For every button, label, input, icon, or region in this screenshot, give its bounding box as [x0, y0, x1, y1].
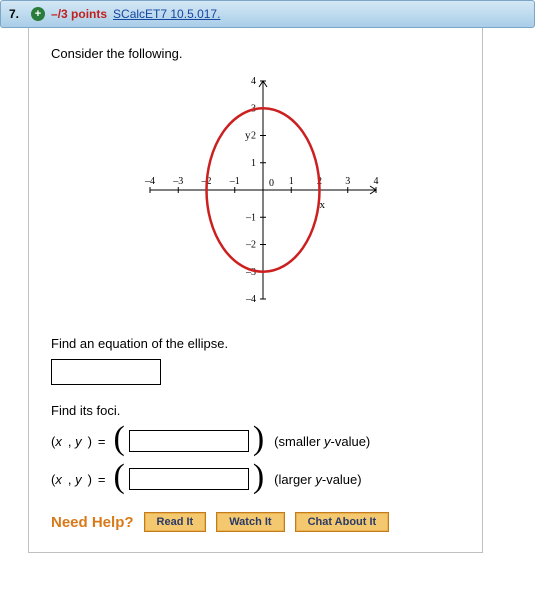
svg-text:1: 1	[251, 158, 256, 169]
svg-text:–1: –1	[245, 212, 256, 223]
watch-it-button[interactable]: Watch It	[216, 512, 284, 532]
question-header: 7. + –/3 points SCalcET7 10.5.017.	[0, 0, 535, 28]
svg-text:–4: –4	[245, 294, 256, 305]
svg-text:2: 2	[251, 131, 256, 142]
plus-icon[interactable]: +	[31, 7, 45, 21]
svg-text:–1: –1	[228, 176, 239, 187]
hint-larger: (larger y-value)	[274, 472, 361, 487]
paren-close-icon: )	[253, 424, 264, 454]
equation-input[interactable]	[51, 359, 161, 385]
paren-close-icon: )	[253, 462, 264, 492]
svg-text:y: y	[245, 130, 251, 142]
svg-text:0: 0	[269, 178, 274, 189]
xy-label: (x, y)	[51, 434, 92, 449]
prompt-text: Consider the following.	[51, 46, 460, 61]
equals-sign: =	[98, 472, 106, 487]
paren-open-icon: (	[114, 424, 125, 454]
svg-text:–2: –2	[245, 240, 256, 251]
equals-sign: =	[98, 434, 106, 449]
question-body: Consider the following. –4 –3 –2 –1 0 1 2 3 4 –4 –…	[28, 28, 483, 553]
section-foci-label: Find its foci.	[51, 403, 460, 418]
svg-text:3: 3	[345, 176, 350, 187]
paren-open-icon: (	[114, 462, 125, 492]
svg-text:4: 4	[373, 176, 378, 187]
question-number: 7.	[9, 7, 19, 21]
svg-text:–4: –4	[144, 176, 155, 187]
read-it-button[interactable]: Read It	[144, 512, 207, 532]
svg-text:1: 1	[288, 176, 293, 187]
chat-about-it-button[interactable]: Chat About It	[295, 512, 390, 532]
source-link[interactable]: SCalcET7 10.5.017.	[113, 7, 220, 21]
help-row: Need Help? Read It Watch It Chat About I…	[51, 512, 460, 532]
svg-text:–3: –3	[172, 176, 183, 187]
hint-smaller: (smaller y-value)	[274, 434, 370, 449]
ellipse-graph: –4–3–2–101234–4–3–2–11234yx	[116, 69, 396, 319]
graph-figure: –4–3–2–101234–4–3–2–11234yx	[51, 69, 460, 322]
foci-input-1[interactable]	[129, 430, 249, 452]
foci-row-2: (x, y) = ( ) (larger y-value)	[51, 464, 460, 494]
svg-text:4: 4	[251, 76, 256, 87]
foci-input-2[interactable]	[129, 468, 249, 490]
foci-row-1: (x, y) = ( ) (smaller y-value)	[51, 426, 460, 456]
xy-label: (x, y)	[51, 472, 92, 487]
points-text: –/3 points	[51, 7, 107, 21]
svg-text:x: x	[319, 199, 325, 211]
section-equation-label: Find an equation of the ellipse.	[51, 336, 460, 351]
need-help-label: Need Help?	[51, 514, 134, 531]
